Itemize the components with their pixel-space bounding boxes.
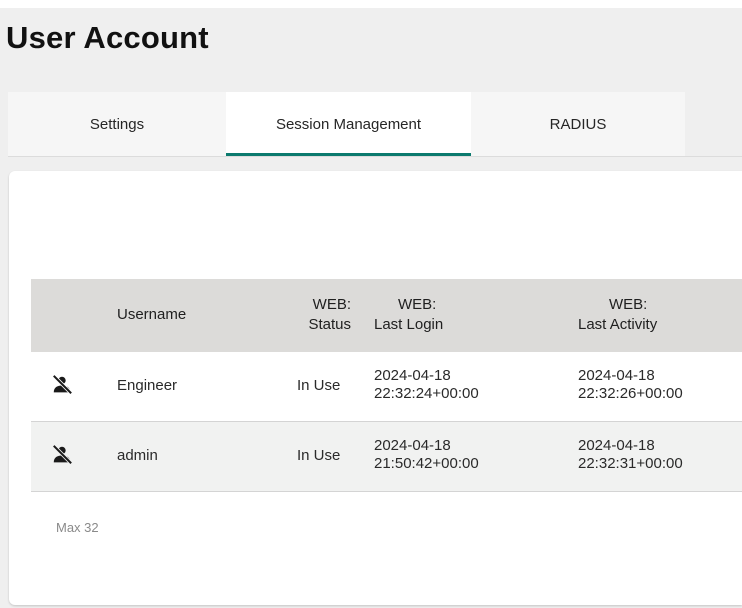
cell-web-status: In Use (297, 447, 341, 464)
column-header-web-status: WEB: Status (308, 296, 351, 333)
cell-web-last-login: 2024-04-18 22:32:24+00:00 (374, 367, 479, 402)
tab-radius-label: RADIUS (549, 115, 607, 133)
column-header-username: Username (117, 306, 187, 323)
tab-radius[interactable]: RADIUS (471, 92, 685, 156)
tab-divider (8, 156, 742, 157)
logout-user-icon[interactable] (51, 444, 73, 466)
table-header: Username WEB: Status WEB: Last Login WEB… (31, 279, 742, 352)
cell-web-status: In Use (297, 377, 341, 394)
tab-session-management[interactable]: Session Management (226, 92, 471, 156)
column-header-web-last-login: WEB: Last Login (374, 296, 444, 333)
cell-username: admin (117, 447, 158, 464)
tab-session-management-label: Session Management (275, 115, 422, 133)
column-header-web-last-activity: WEB: Last Activity (578, 296, 658, 333)
session-table: Username WEB: Status WEB: Last Login WEB… (31, 279, 742, 492)
cell-web-last-login: 2024-04-18 21:50:42+00:00 (374, 437, 479, 472)
table-row: admin In Use 2024-04-18 21:50:42+00:00 2… (31, 422, 742, 492)
cell-web-last-activity: 2024-04-18 22:32:31+00:00 (578, 437, 683, 472)
tab-settings[interactable]: Settings (8, 92, 226, 156)
tab-settings-label: Settings (89, 115, 145, 133)
logout-user-icon[interactable] (51, 374, 73, 396)
cell-web-last-activity: 2024-04-18 22:32:26+00:00 (578, 367, 683, 402)
cell-username: Engineer (117, 377, 178, 394)
page-title: User Account (6, 20, 209, 55)
table-row: Engineer In Use 2024-04-18 22:32:24+00:0… (31, 352, 742, 422)
max-sessions-note: Max 32 (56, 520, 99, 535)
tab-bar: Settings Session Management RADIUS (8, 92, 685, 156)
